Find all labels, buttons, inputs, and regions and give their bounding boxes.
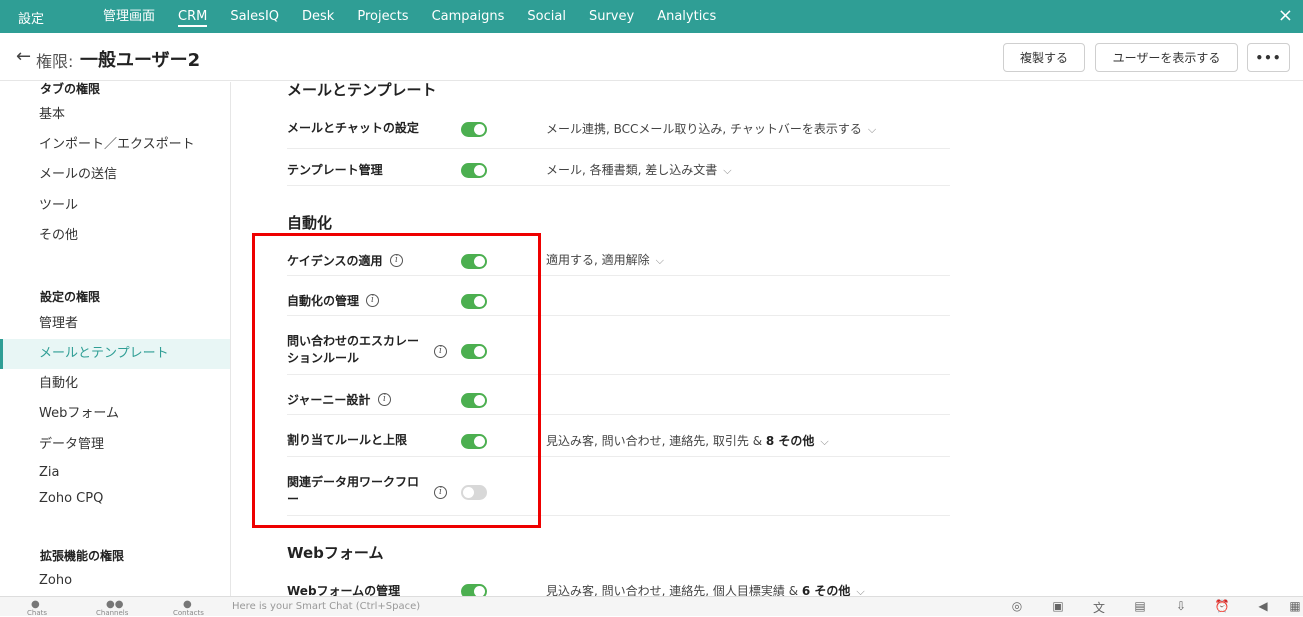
sidebar-heading-extensions: 拡張機能の権限 bbox=[40, 549, 125, 563]
duplicate-button[interactable]: 複製する bbox=[1003, 43, 1085, 72]
breadcrumb: 権限: bbox=[36, 52, 74, 71]
nav-survey[interactable]: Survey bbox=[589, 0, 634, 33]
download-icon[interactable]: ⇩ bbox=[1170, 599, 1192, 613]
nav-desk[interactable]: Desk bbox=[302, 0, 334, 33]
permission-detail-dropdown[interactable]: メール連携, BCCメール取り込み, チャットバーを表示する ⌵ bbox=[546, 120, 876, 137]
nav-crm[interactable]: CRM bbox=[178, 0, 208, 33]
permission-toggle[interactable] bbox=[461, 163, 487, 178]
permission-detail-dropdown[interactable]: 適用する, 適用解除 ⌵ bbox=[546, 251, 664, 268]
permission-detail-text: 見込み客, 問い合わせ, 連絡先, 個人目標実績 & bbox=[546, 584, 799, 596]
page-title: 一般ユーザー2 bbox=[80, 50, 201, 71]
sidebar-item-send-mail[interactable]: メールの送信 bbox=[0, 160, 230, 190]
sidebar-item-admin[interactable]: 管理者 bbox=[0, 309, 230, 339]
smart-chat-input[interactable]: Here is your Smart Chat (Ctrl+Space) bbox=[232, 601, 420, 612]
nav-salesiq[interactable]: SalesIQ bbox=[230, 0, 279, 33]
sidebar-item-webforms[interactable]: Webフォーム bbox=[0, 399, 230, 429]
page-header: ← 権限: 一般ユーザー2 複製する ユーザーを表示する ••• bbox=[0, 33, 1303, 81]
screen-share-icon[interactable]: ▣ bbox=[1047, 599, 1069, 613]
sidebar-item-tools[interactable]: ツール bbox=[0, 191, 230, 221]
sidebar-item-zoho[interactable]: Zoho bbox=[0, 566, 230, 596]
close-icon[interactable]: × bbox=[1278, 6, 1293, 26]
permission-label: メールとチャットの設定 bbox=[287, 121, 419, 135]
nav-social[interactable]: Social bbox=[527, 0, 566, 33]
permission-detail-text: メール連携, BCCメール取り込み, チャットバーを表示する bbox=[546, 122, 862, 136]
sidebar-item-automation[interactable]: 自動化 bbox=[0, 369, 230, 399]
sidebar-item-basic[interactable]: 基本 bbox=[0, 100, 230, 130]
permission-detail-more: 8 その他 bbox=[765, 434, 815, 448]
more-options-button[interactable]: ••• bbox=[1247, 43, 1290, 72]
sidebar-item-zoho-cpq[interactable]: Zoho CPQ bbox=[0, 484, 230, 514]
permission-detail-dropdown[interactable]: 見込み客, 問い合わせ, 連絡先, 取引先 & 8 その他 ⌵ bbox=[546, 432, 829, 449]
permissions-sidebar: タブの権限 基本 インポート／エクスポート メールの送信 ツール その他 設定の… bbox=[0, 82, 231, 596]
top-nav-bar: 設定 管理画面 CRM SalesIQ Desk Projects Campai… bbox=[0, 0, 1303, 33]
bottom-bar: ● Chats ●● Channels ● Contacts Here is y… bbox=[0, 596, 1303, 617]
nav-campaigns[interactable]: Campaigns bbox=[432, 0, 505, 33]
sidebar-item-other[interactable]: その他 bbox=[0, 221, 230, 251]
permission-toggle[interactable] bbox=[461, 584, 487, 596]
sidebar-heading-tabs: タブの権限 bbox=[40, 82, 101, 96]
nav-projects[interactable]: Projects bbox=[357, 0, 408, 33]
permission-detail-text: 適用する, 適用解除 bbox=[546, 253, 650, 267]
show-users-button[interactable]: ユーザーを表示する bbox=[1095, 43, 1238, 72]
product-nav: 管理画面 CRM SalesIQ Desk Projects Campaigns… bbox=[103, 0, 739, 33]
permission-row: テンプレート管理 メール, 各種書類, 差し込み文書 ⌵ bbox=[287, 149, 950, 186]
settings-label[interactable]: 設定 bbox=[18, 8, 44, 27]
section-title-mail: メールとテンプレート bbox=[287, 82, 437, 99]
section-title-automation: 自動化 bbox=[287, 214, 333, 232]
permission-row: Webフォームの管理 見込み客, 問い合わせ, 連絡先, 個人目標実績 & 6 … bbox=[287, 572, 950, 596]
permission-label: Webフォームの管理 bbox=[287, 584, 401, 596]
whatsapp-icon[interactable]: ◎ bbox=[1006, 599, 1028, 613]
chevron-down-icon: ⌵ bbox=[820, 435, 829, 448]
permission-detail-text: 見込み客, 問い合わせ, 連絡先, 取引先 & bbox=[546, 434, 763, 448]
back-arrow-icon[interactable]: ← bbox=[16, 46, 31, 67]
permission-detail-more: 6 その他 bbox=[801, 584, 851, 596]
alarm-icon[interactable]: ⏰ bbox=[1211, 599, 1233, 613]
sidebar-item-mail-templates[interactable]: メールとテンプレート bbox=[0, 339, 230, 369]
sidebar-heading-settings: 設定の権限 bbox=[40, 290, 101, 304]
permission-label: テンプレート管理 bbox=[287, 163, 383, 177]
permission-row: メールとチャットの設定 メール連携, BCCメール取り込み, チャットバーを表示… bbox=[287, 108, 950, 149]
nav-admin[interactable]: 管理画面 bbox=[103, 0, 155, 33]
chevron-down-icon: ⌵ bbox=[867, 123, 877, 136]
chevron-down-icon: ⌵ bbox=[856, 585, 865, 596]
section-title-webforms: Webフォーム bbox=[287, 544, 384, 562]
permission-toggle[interactable] bbox=[461, 122, 487, 137]
nav-analytics[interactable]: Analytics bbox=[657, 0, 716, 33]
chevron-down-icon: ⌵ bbox=[723, 164, 732, 177]
document-icon[interactable]: ▤ bbox=[1129, 599, 1151, 613]
announcement-icon[interactable]: ◀ bbox=[1252, 599, 1274, 613]
sidebar-item-data-management[interactable]: データ管理 bbox=[0, 430, 230, 460]
chevron-down-icon: ⌵ bbox=[655, 254, 664, 267]
permission-detail-dropdown[interactable]: メール, 各種書類, 差し込み文書 ⌵ bbox=[546, 161, 732, 178]
permission-detail-text: メール, 各種書類, 差し込み文書 bbox=[546, 163, 718, 177]
permission-detail-dropdown[interactable]: 見込み客, 問い合わせ, 連絡先, 個人目標実績 & 6 その他 ⌵ bbox=[546, 582, 865, 596]
sidebar-item-import-export[interactable]: インポート／エクスポート bbox=[0, 130, 230, 160]
highlight-box bbox=[252, 233, 541, 528]
translate-icon[interactable]: 文 bbox=[1088, 599, 1110, 616]
notes-icon[interactable]: ▦ bbox=[1284, 599, 1303, 613]
